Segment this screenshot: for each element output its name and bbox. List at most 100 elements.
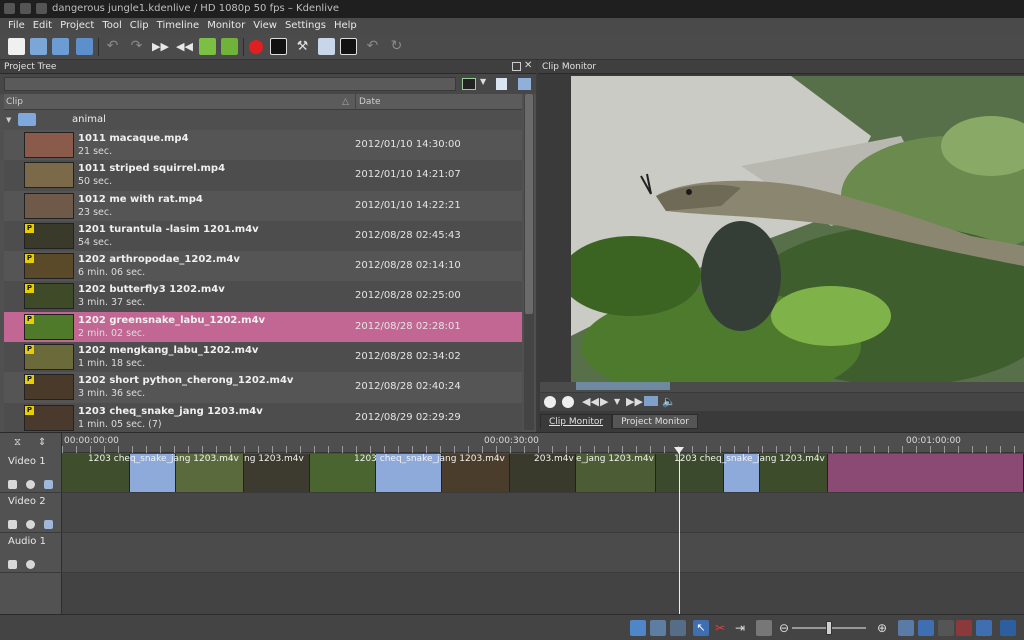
zoom-out-icon[interactable]: ⊖ [776,620,792,636]
track-header-audio1[interactable]: Audio 1 [0,533,62,573]
fit-zoom-icon[interactable] [976,620,992,636]
split-audio-icon[interactable] [898,620,914,636]
menu-project[interactable]: Project [56,18,98,34]
snap-icon[interactable] [756,620,772,636]
window-shade-icon[interactable] [20,3,31,14]
markers-icon[interactable] [956,620,972,636]
select-tool-icon[interactable]: ↖ [693,620,709,636]
open-icon[interactable] [30,38,47,55]
track-video2[interactable] [62,493,1024,533]
clip-properties-icon[interactable] [496,78,507,90]
menu-help[interactable]: Help [330,18,361,34]
clip-row[interactable]: 1012 me with rat.mp4 23 sec. 2012/01/10 14… [4,190,522,221]
lock-icon[interactable] [8,560,17,569]
add-clip-icon[interactable] [340,38,357,55]
close-panel-icon[interactable]: ✕ [524,60,532,71]
prev-edit-icon[interactable] [221,38,238,55]
timeline-empty-selection[interactable] [828,454,1024,492]
redo-icon[interactable]: ↷ [128,38,145,55]
menu-settings[interactable]: Settings [281,18,330,34]
record-icon[interactable] [249,40,263,54]
tab-project-monitor[interactable]: Project Monitor [612,414,698,429]
track-audio1[interactable] [62,533,1024,573]
razor-tool-icon[interactable]: ✂ [712,620,728,636]
track-video1[interactable]: 1203 cheq_snake_jang 1203.m4v ng 1203.m4… [62,453,1024,493]
video-visibility-icon[interactable] [44,520,53,529]
forward-icon[interactable]: ▶▶ [152,38,169,55]
monitor-ruler[interactable] [540,382,1024,392]
playhead-marker[interactable] [674,447,684,454]
menu-clip[interactable]: Clip [126,18,153,34]
monitor-overlay-icon[interactable] [1000,620,1016,636]
add-clip-menu-icon[interactable] [462,78,476,90]
mute-icon[interactable] [26,560,35,569]
zoom-in-icon[interactable]: ⊕ [874,620,890,636]
volume-icon[interactable]: 🔈 [662,396,676,408]
forward-icon[interactable]: ▶▶ [626,396,643,408]
play-icon[interactable]: ▶ [600,396,608,408]
zoom-slider-handle[interactable] [826,621,832,635]
playhead[interactable] [679,447,680,615]
column-clip[interactable]: Clip [6,94,23,110]
collapse-arrow-icon[interactable]: ▼ [6,116,11,124]
open-recent-icon[interactable] [52,38,69,55]
track-header-video1[interactable]: Video 1 [0,453,62,493]
track-view-icon[interactable] [630,620,646,636]
clip-row[interactable]: 1011 striped squirrel.mp4 50 sec. 2012/01/… [4,160,522,191]
menu-view[interactable]: View [249,18,281,34]
timeline-ruler[interactable]: 00:00:00:00 00:00:30:00 00:01:00:00 [62,433,1024,453]
set-zone-out-icon[interactable] [562,396,574,408]
column-date[interactable]: Date [355,94,381,110]
bookmark-icon[interactable] [318,38,335,55]
menu-monitor[interactable]: Monitor [203,18,249,34]
project-search-input[interactable] [4,77,456,91]
video-preview[interactable] [571,76,1024,382]
clip-row[interactable]: P 1202 butterfly3 1202.m4v 3 min. 37 sec. 2… [4,281,522,312]
clip-row[interactable]: P 1201 turantula -lasim 1201.m4v 54 sec. 20… [4,220,522,252]
monitor-screen-icon[interactable] [644,396,658,406]
clip-row[interactable]: 1011 macaque.mp4 21 sec. 2012/01/10 14:30:… [4,130,522,161]
set-zone-in-icon[interactable] [544,396,556,408]
save-icon[interactable] [76,38,93,55]
timeline-empty-area[interactable] [62,573,1024,615]
redo2-icon[interactable]: ↻ [388,38,405,55]
video-visibility-icon[interactable] [44,480,53,489]
add-text-icon[interactable] [270,38,287,55]
chevron-down-icon[interactable]: ▼ [480,77,486,86]
menu-timeline[interactable]: Timeline [153,18,204,34]
clip-row[interactable]: P 1202 arthropodae_1202.m4v 6 min. 06 sec.… [4,251,522,282]
ripple-icon[interactable] [938,620,954,636]
undo-icon[interactable]: ↶ [104,38,121,55]
thumbnails-icon[interactable] [650,620,666,636]
float-panel-icon[interactable] [512,62,521,71]
clip-row[interactable]: P 1202 short python_cherong_1202.m4v 3 min… [4,372,522,403]
undo2-icon[interactable]: ↶ [364,38,381,55]
tab-clip-monitor[interactable]: Clip Monitor [540,414,613,429]
mute-icon[interactable] [26,480,35,489]
list-view-icon[interactable] [518,78,531,90]
menu-edit[interactable]: Edit [29,18,56,34]
clip-row[interactable]: P 1202 mengkang_labu_1202.m4v 1 min. 18 se… [4,342,522,373]
window-menu-icon[interactable] [4,3,15,14]
folder-row[interactable]: ▼ animal [4,110,522,130]
menu-tool[interactable]: Tool [98,18,125,34]
rewind-icon[interactable]: ◀◀ [176,38,193,55]
expand-tracks-icon[interactable]: ⇕ [38,437,46,448]
clip-row[interactable]: P 1203 cheq_snake_jang 1203.m4v 1 min. 05 … [4,402,522,432]
waveform-icon[interactable] [670,620,686,636]
tools-icon[interactable]: ⚒ [294,38,311,55]
chevron-down-icon[interactable]: ▼ [614,396,620,408]
track-header-video2[interactable]: Video 2 [0,493,62,533]
new-icon[interactable] [8,38,25,55]
clip-row[interactable]: P 1202 greensnake_labu_1202.m4v 2 min. 02 … [4,311,522,343]
lock-icon[interactable] [8,520,17,529]
show-video-thumbs-icon[interactable] [918,620,934,636]
next-edit-icon[interactable] [199,38,216,55]
scrollbar-thumb[interactable] [525,94,533,314]
rewind-icon[interactable]: ◀◀ [582,396,599,408]
sort-up-icon[interactable]: △ [342,94,349,110]
lock-icon[interactable] [8,480,17,489]
spacer-tool-icon[interactable]: ⇥ [732,620,748,636]
menu-file[interactable]: File [4,18,29,34]
project-tree-scrollbar[interactable] [524,94,534,430]
